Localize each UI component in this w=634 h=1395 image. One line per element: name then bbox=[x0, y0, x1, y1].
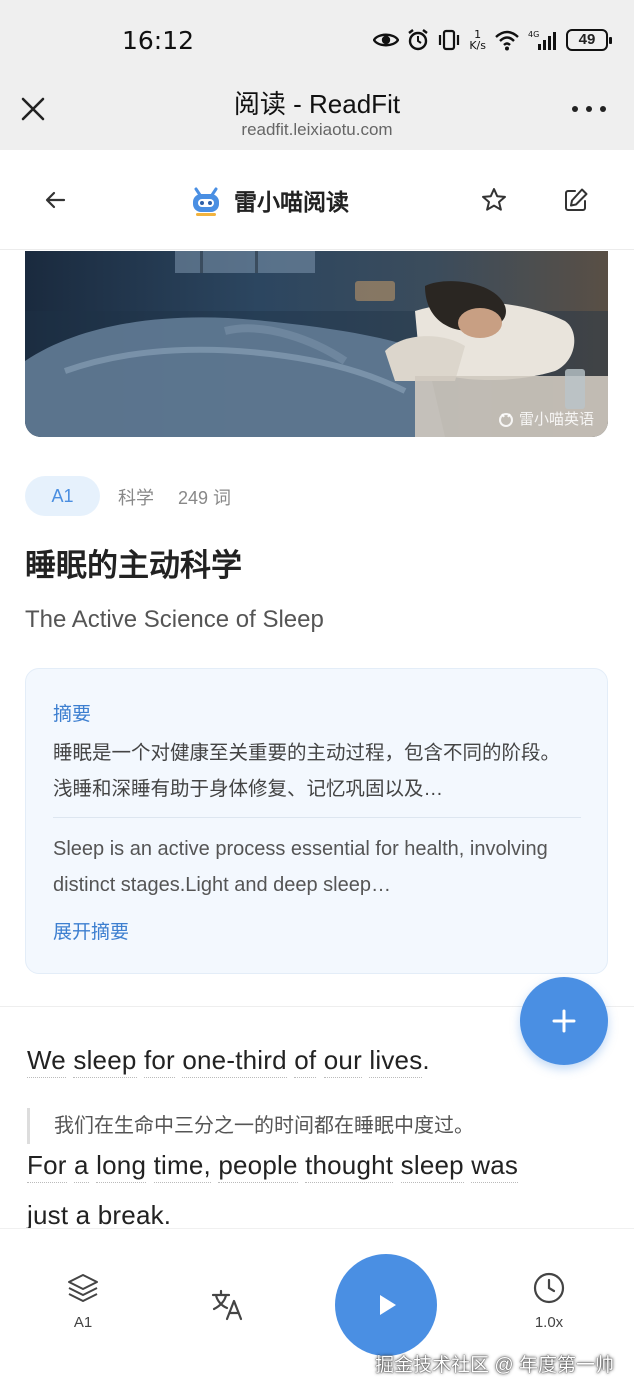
article-title-en: The Active Science of Sleep bbox=[25, 606, 324, 633]
translate-icon bbox=[211, 1289, 243, 1321]
more-icon bbox=[572, 106, 578, 112]
eye-icon bbox=[373, 33, 400, 47]
plus-icon bbox=[552, 1009, 576, 1033]
sentence-3[interactable]: just a break. bbox=[27, 1200, 171, 1231]
status-time: 16:12 bbox=[122, 26, 195, 55]
word[interactable]: sleep bbox=[400, 1150, 464, 1183]
vibrate-icon bbox=[439, 29, 460, 51]
word[interactable]: For bbox=[27, 1150, 67, 1183]
article-title-zh: 睡眠的主动科学 bbox=[25, 548, 242, 583]
alarm-icon bbox=[408, 29, 429, 51]
status-bar: 16:12 1 K/s 4G 49 bbox=[0, 0, 634, 78]
site-watermark: 掘金技术社区 @ 年度第一帅 bbox=[375, 1355, 614, 1376]
level-selector-label: A1 bbox=[73, 1314, 93, 1331]
summary-divider bbox=[53, 817, 581, 818]
word[interactable]: thought bbox=[305, 1150, 394, 1183]
word[interactable]: time, bbox=[153, 1150, 211, 1183]
clock-icon bbox=[533, 1272, 565, 1304]
sentence-1: We sleep for one-third of our lives. bbox=[27, 1045, 430, 1078]
app-header: 雷小喵阅读 bbox=[0, 150, 634, 250]
net-speed: 1 K/s bbox=[469, 28, 486, 52]
article-word-count: 249 词 bbox=[178, 488, 232, 508]
word[interactable]: people bbox=[218, 1150, 298, 1183]
level-selector-button[interactable]: A1 bbox=[48, 1271, 118, 1331]
watermark-logo-icon bbox=[498, 412, 513, 427]
summary-text-en: Sleep is an active process essential for… bbox=[53, 838, 548, 896]
summary-text-zh: 睡眠是一个对健康至关重要的主动过程，包含不同的阶段。浅睡和深睡有助于身体修复、记… bbox=[53, 742, 561, 800]
wifi-icon bbox=[495, 30, 519, 51]
word[interactable]: our bbox=[323, 1045, 362, 1078]
word[interactable]: was bbox=[471, 1150, 519, 1183]
browser-page-title: 阅读 - ReadFit bbox=[233, 89, 401, 119]
back-button[interactable] bbox=[42, 186, 70, 214]
play-button[interactable] bbox=[335, 1254, 437, 1356]
battery-indicator: 49 bbox=[566, 29, 612, 51]
play-icon bbox=[380, 1295, 396, 1315]
word[interactable]: of bbox=[294, 1045, 317, 1078]
brand-name: 雷小喵阅读 bbox=[234, 189, 349, 215]
more-button[interactable] bbox=[572, 106, 606, 116]
sentence-2: For a long time, people thought sleep wa… bbox=[27, 1150, 519, 1183]
article-cover-image: 雷小喵英语 bbox=[25, 251, 608, 437]
playback-speed-button[interactable]: 1.0x bbox=[514, 1271, 584, 1331]
word[interactable]: a bbox=[74, 1150, 89, 1183]
article-category: 科学 bbox=[118, 488, 154, 508]
layers-icon bbox=[68, 1274, 98, 1302]
svg-text:4G: 4G bbox=[528, 30, 539, 39]
expand-summary-link[interactable]: 展开摘要 bbox=[53, 917, 129, 944]
add-button[interactable] bbox=[520, 977, 608, 1065]
word[interactable]: lives bbox=[369, 1045, 423, 1078]
word[interactable]: for bbox=[143, 1045, 175, 1078]
word[interactable]: We bbox=[27, 1045, 66, 1078]
summary-card: 摘要 睡眠是一个对健康至关重要的主动过程，包含不同的阶段。浅睡和深睡有助于身体修… bbox=[25, 668, 608, 974]
browser-url: readfit.leixiaotu.com bbox=[241, 120, 393, 139]
status-icons: 1 K/s 4G 49 bbox=[373, 24, 612, 56]
word[interactable]: one-third bbox=[182, 1045, 287, 1078]
browser-top-bar: 16:12 1 K/s 4G 49 阅读 - ReadFit readfit.le… bbox=[0, 0, 634, 150]
cover-watermark: 雷小喵英语 bbox=[497, 408, 594, 429]
word[interactable]: long bbox=[96, 1150, 147, 1183]
level-badge: A1 bbox=[25, 476, 100, 516]
edit-icon bbox=[565, 188, 588, 211]
playback-speed-label: 1.0x bbox=[534, 1314, 564, 1331]
star-icon bbox=[482, 188, 506, 211]
summary-label: 摘要 bbox=[53, 704, 92, 725]
cat-robot-logo bbox=[193, 187, 219, 216]
brand: 雷小喵阅读 bbox=[190, 180, 349, 220]
favorite-button[interactable] bbox=[480, 186, 508, 214]
sentence-punctuation: . bbox=[422, 1045, 430, 1075]
word[interactable]: sleep bbox=[73, 1045, 137, 1078]
sentence-1-translation: 我们在生命中三分之一的时间都在睡眠中度过。 bbox=[27, 1108, 474, 1144]
arrow-left-icon bbox=[45, 191, 66, 209]
translate-button[interactable] bbox=[192, 1287, 262, 1328]
signal-icon: 4G bbox=[528, 30, 556, 50]
edit-button[interactable] bbox=[562, 186, 590, 214]
